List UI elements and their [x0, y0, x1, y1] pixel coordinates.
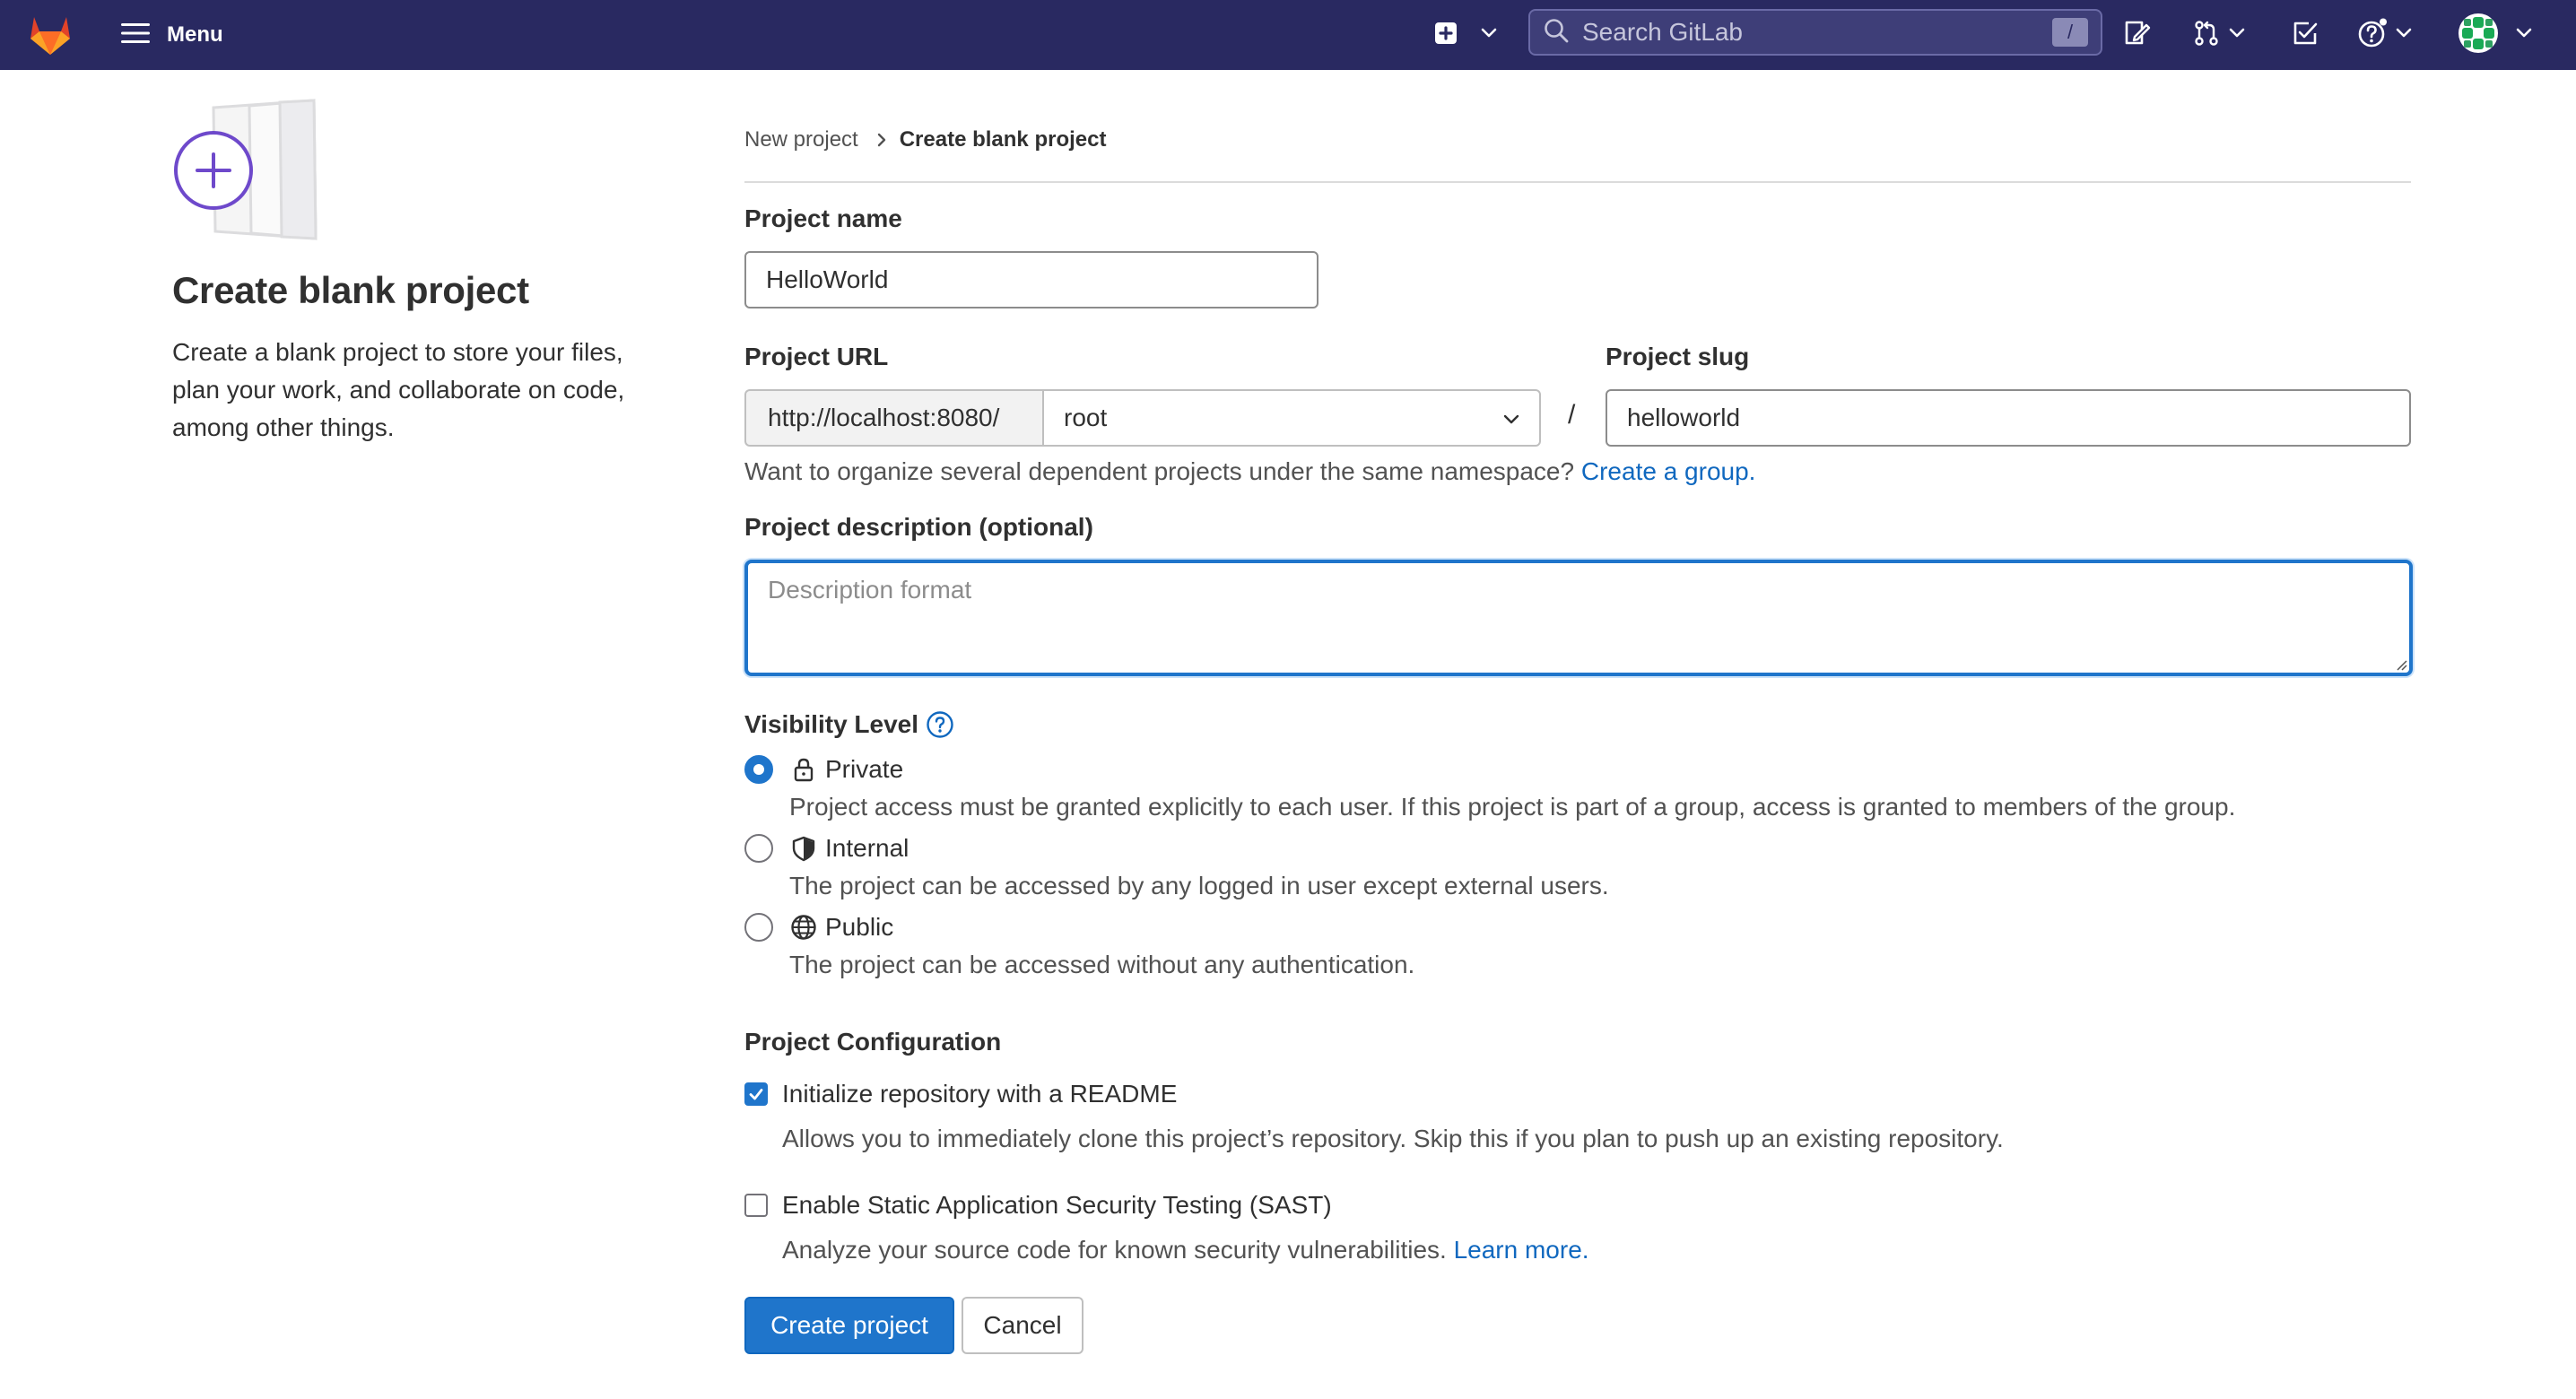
- create-group-link[interactable]: Create a group.: [1581, 457, 1756, 485]
- create-project-button[interactable]: Create project: [744, 1297, 954, 1354]
- sast-option[interactable]: Enable Static Application Security Testi…: [744, 1191, 1332, 1220]
- project-name-value: HelloWorld: [766, 265, 889, 293]
- public-help: The project can be accessed without any …: [789, 951, 1415, 978]
- merge-requests-dropdown[interactable]: [2192, 11, 2246, 59]
- sast-label: Enable Static Application Security Testi…: [782, 1191, 1332, 1219]
- public-label: Public: [825, 913, 894, 941]
- issues-icon: [2122, 19, 2151, 52]
- breadcrumb-current: Create blank project: [899, 127, 1107, 152]
- private-help: Project access must be granted explicitl…: [789, 793, 2236, 821]
- readme-label: Initialize repository with a README: [782, 1080, 1178, 1108]
- visibility-public-option[interactable]: Public: [744, 913, 893, 942]
- internal-help: The project can be accessed by any logge…: [789, 872, 1609, 899]
- project-slug-input[interactable]: helloworld: [1606, 389, 2411, 447]
- chevron-down-icon: [1501, 404, 1521, 432]
- user-menu-dropdown[interactable]: [2458, 11, 2533, 59]
- hamburger-icon: [120, 22, 151, 49]
- question-circle-icon[interactable]: [926, 710, 954, 739]
- page-title: Create blank project: [172, 269, 529, 311]
- project-url-group: http://localhost:8080/ root: [744, 389, 1541, 447]
- gitlab-logo[interactable]: [23, 9, 77, 59]
- sast-help: Analyze your source code for known secur…: [782, 1236, 1589, 1264]
- cancel-button[interactable]: Cancel: [962, 1297, 1083, 1354]
- menu-label: Menu: [167, 22, 223, 47]
- visibility-level-label: Visibility Level: [744, 710, 954, 739]
- internal-radio[interactable]: [744, 834, 773, 863]
- shield-icon: [789, 834, 818, 863]
- globe-icon: [789, 913, 818, 942]
- help-dropdown[interactable]: [2357, 11, 2413, 59]
- divider: [744, 181, 2411, 183]
- search-input[interactable]: Search GitLab /: [1528, 9, 2102, 56]
- search-placeholder: Search GitLab: [1582, 18, 1743, 46]
- private-label: Private: [825, 755, 904, 783]
- namespace-hint-text: Want to organize several dependent proje…: [744, 457, 1575, 485]
- check-icon: [749, 1089, 763, 1100]
- url-prefix: http://localhost:8080/: [744, 389, 1042, 447]
- visibility-private-option[interactable]: Private: [744, 755, 903, 784]
- breadcrumb: New project Create blank project: [744, 127, 1106, 152]
- chevron-down-icon: [1480, 27, 1498, 44]
- project-description-label: Project description (optional): [744, 513, 1093, 541]
- readme-checkbox[interactable]: [744, 1082, 768, 1106]
- project-url-label: Project URL: [744, 343, 889, 370]
- menu-button[interactable]: Menu: [111, 13, 232, 57]
- new-item-dropdown[interactable]: [1433, 11, 1498, 59]
- sast-help-text: Analyze your source code for known secur…: [782, 1236, 1447, 1264]
- chevron-down-icon: [2228, 27, 2246, 44]
- search-shortcut-badge: /: [2052, 18, 2088, 47]
- project-name-input[interactable]: HelloWorld: [744, 251, 1318, 308]
- breadcrumb-new-project[interactable]: New project: [744, 127, 858, 152]
- issues-button[interactable]: [2122, 11, 2151, 59]
- todo-icon: [2291, 19, 2319, 52]
- project-name-label: Project name: [744, 204, 902, 232]
- project-slug-value: helloworld: [1627, 404, 1741, 431]
- merge-request-icon: [2192, 19, 2221, 52]
- avatar: [2458, 13, 2499, 58]
- public-radio[interactable]: [744, 913, 773, 942]
- internal-label: Internal: [825, 834, 909, 862]
- namespace-value: root: [1064, 404, 1108, 431]
- project-slug-label: Project slug: [1606, 343, 1750, 370]
- blank-project-illustration: [170, 97, 332, 244]
- todo-button[interactable]: [2291, 11, 2319, 59]
- chevron-down-icon: [2395, 27, 2413, 44]
- learn-more-link[interactable]: Learn more.: [1454, 1236, 1589, 1264]
- description-placeholder: Description format: [768, 576, 972, 604]
- plus-square-icon: [1433, 21, 1458, 50]
- private-radio[interactable]: [744, 755, 773, 784]
- help-icon: [2357, 18, 2388, 53]
- search-icon: [1543, 17, 1570, 48]
- visibility-level-text: Visibility Level: [744, 710, 919, 738]
- project-description-textarea[interactable]: Description format: [744, 560, 2413, 676]
- top-navbar: Menu Search GitLab /: [0, 0, 2576, 70]
- namespace-hint: Want to organize several dependent proje…: [744, 457, 1755, 486]
- project-configuration-label: Project Configuration: [744, 1028, 1002, 1056]
- lock-icon: [789, 755, 818, 784]
- visibility-internal-option[interactable]: Internal: [744, 834, 909, 863]
- readme-help: Allows you to immediately clone this pro…: [782, 1125, 2004, 1152]
- page-description: Create a blank project to store your fil…: [172, 338, 625, 441]
- readme-option[interactable]: Initialize repository with a README: [744, 1080, 1177, 1108]
- sast-checkbox[interactable]: [744, 1194, 768, 1217]
- url-slash: /: [1568, 400, 1576, 430]
- resize-handle-icon[interactable]: [2395, 658, 2407, 671]
- namespace-select[interactable]: root: [1042, 389, 1541, 447]
- chevron-down-icon: [2515, 27, 2533, 44]
- chevron-right-icon: [876, 132, 887, 148]
